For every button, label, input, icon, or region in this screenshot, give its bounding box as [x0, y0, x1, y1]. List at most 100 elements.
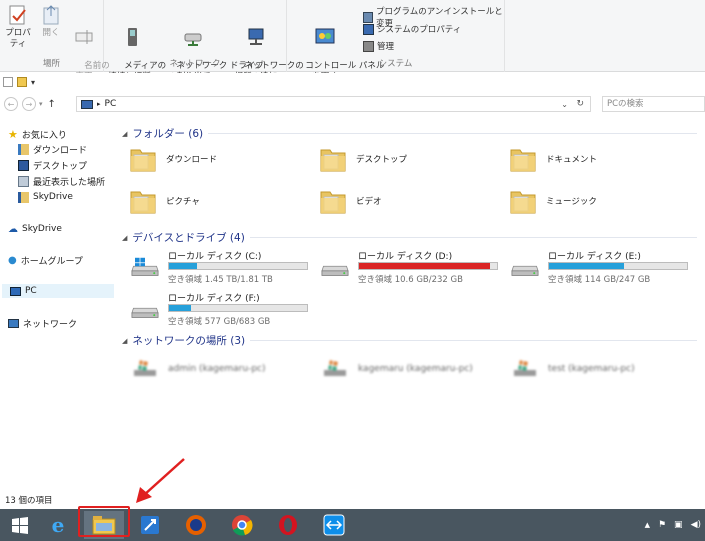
drive-tile[interactable]: ローカル ディスク (F:) 空き領域 577 GB/683 GB	[118, 291, 318, 327]
flag-icon[interactable]: ⚑	[658, 520, 666, 530]
navigation-pane: ★ お気に入り ダウンロード デスクトップ 最近表示した場所 SkyDrive …	[0, 118, 118, 508]
properties-small-icon[interactable]	[3, 77, 13, 87]
homegroup-icon: ●	[8, 254, 17, 266]
drive-free-space: 空き領域 577 GB/683 GB	[168, 317, 271, 327]
windows-logo-icon	[12, 517, 28, 534]
network-location-tile[interactable]: kagemaru (kagemaru-pc)	[322, 358, 473, 380]
group-divider	[249, 237, 697, 238]
rocket-icon	[141, 516, 159, 534]
forward-icon[interactable]: →	[22, 97, 36, 111]
group-divider	[250, 340, 697, 341]
start-button[interactable]	[0, 511, 40, 539]
folder-label: ドキュメント	[546, 155, 598, 165]
pc-small-icon	[81, 99, 93, 109]
annotation-arrow-icon	[136, 458, 185, 503]
drive-free-space: 空き領域 1.45 TB/1.81 TB	[168, 275, 273, 285]
group-header-network[interactable]: ◢ ネットワークの場所 (3)	[122, 333, 697, 348]
refresh-icon[interactable]: ↻	[576, 99, 584, 109]
properties-icon	[9, 5, 26, 25]
network-location-tile[interactable]: test (kagemaru-pc)	[512, 358, 635, 380]
open-button[interactable]: 開く	[38, 4, 64, 39]
nav-item-recent[interactable]: 最近表示した場所	[18, 174, 105, 188]
taskbar-ie[interactable]: e	[38, 511, 78, 539]
nav-item-skydrive[interactable]: ☁ SkyDrive	[8, 222, 62, 236]
ribbon-group-label: 場所	[42, 59, 60, 69]
programs-icon	[363, 11, 374, 23]
group-header-folders[interactable]: ◢ フォルダー (6)	[122, 126, 697, 141]
search-input[interactable]: PCの検索	[602, 96, 705, 112]
network-icon	[8, 318, 19, 328]
system-properties-button[interactable]: システムのプロパティ	[363, 23, 461, 35]
network-location-tile[interactable]: admin (kagemaru-pc)	[132, 358, 266, 380]
folder-tile[interactable]: ミュージック	[508, 186, 597, 216]
address-dropdown-icon[interactable]: ⌄	[561, 100, 568, 109]
customize-dropdown-icon[interactable]: ▾	[31, 78, 35, 87]
taskbar-teamviewer[interactable]	[314, 511, 354, 539]
nav-item-pc[interactable]: PC	[2, 284, 114, 298]
chrome-icon	[232, 515, 253, 536]
new-folder-small-icon[interactable]	[17, 77, 27, 87]
drive-tile[interactable]: ローカル ディスク (C:) 空き領域 1.45 TB/1.81 TB	[118, 249, 318, 285]
videos-folder-icon	[320, 191, 346, 214]
recent-locations-icon[interactable]: ▾	[39, 100, 43, 108]
up-icon[interactable]: ↑	[48, 99, 56, 110]
drive-name: ローカル ディスク (D:)	[358, 252, 453, 262]
pc-icon	[10, 286, 21, 296]
drive-usage-fill	[549, 263, 624, 269]
folder-tile[interactable]: ビデオ	[318, 186, 382, 216]
taskbar-opera[interactable]	[268, 511, 308, 539]
desktop-folder-icon	[320, 149, 346, 172]
group-divider	[208, 133, 697, 134]
nav-item-favorites[interactable]: ★ お気に入り	[8, 127, 67, 141]
network-share-icon	[324, 360, 346, 376]
folder-label: ビデオ	[356, 197, 382, 207]
taskbar-chrome[interactable]	[222, 511, 262, 539]
back-icon[interactable]: ←	[4, 97, 18, 111]
drive-free-space: 空き領域 10.6 GB/232 GB	[358, 275, 463, 285]
drive-usage-fill	[169, 263, 197, 269]
volume-icon[interactable]: ◀)	[691, 520, 701, 530]
hard-drive-icon	[131, 257, 159, 276]
network-location-icon	[248, 28, 264, 45]
taskbar-rocket[interactable]	[130, 511, 170, 539]
ribbon-group-location: プロパティ 開く 名前の 変更 場所	[0, 0, 110, 82]
taskbar-firefox[interactable]	[176, 511, 216, 539]
download-folder-icon	[130, 149, 156, 172]
folder-label: ピクチャ	[166, 197, 200, 207]
control-panel-icon	[315, 28, 335, 44]
drive-usage-bar	[548, 262, 688, 270]
highlight-box	[78, 506, 130, 537]
folder-tile[interactable]: デスクトップ	[318, 144, 407, 174]
music-folder-icon	[510, 191, 536, 214]
system-properties-icon	[363, 23, 374, 35]
drive-usage-fill	[359, 263, 491, 269]
network-status-icon[interactable]: ▣	[674, 520, 683, 530]
nav-item-homegroup[interactable]: ● ホームグループ	[8, 253, 83, 267]
breadcrumb[interactable]: PC	[105, 99, 117, 109]
network-share-icon	[514, 360, 536, 376]
properties-button[interactable]: プロパティ	[2, 4, 34, 50]
nav-item-network[interactable]: ネットワーク	[8, 316, 77, 330]
manage-button[interactable]: 管理	[363, 40, 394, 52]
folder-tile[interactable]: ピクチャ	[128, 186, 200, 216]
skydrive-folder-icon	[18, 191, 29, 203]
nav-item-desktop[interactable]: デスクトップ	[18, 158, 87, 172]
ribbon: プロパティ 開く 名前の 変更 場所 メディアの 接続と切断 ▾ ネットワーク …	[0, 0, 705, 82]
drive-tile[interactable]: ローカル ディスク (D:) 空き領域 10.6 GB/232 GB	[308, 249, 508, 285]
folder-label: ミュージック	[546, 197, 597, 207]
nav-item-skydrive-fav[interactable]: SkyDrive	[18, 190, 73, 204]
nav-item-downloads[interactable]: ダウンロード	[18, 142, 87, 156]
show-hidden-icons[interactable]: ▲	[645, 521, 650, 529]
manage-icon	[363, 40, 374, 52]
drive-usage-bar	[168, 262, 308, 270]
quick-access-toolbar: ▾	[0, 73, 705, 91]
folder-tile[interactable]: ドキュメント	[508, 144, 597, 174]
collapse-icon: ◢	[122, 129, 128, 138]
address-box[interactable]: ▸ PC ⌄ ↻	[76, 96, 591, 112]
folder-tile[interactable]: ダウンロード	[128, 144, 217, 174]
group-header-devices[interactable]: ◢ デバイスとドライブ (4)	[122, 230, 697, 245]
collapse-icon: ◢	[122, 336, 128, 345]
drive-tile[interactable]: ローカル ディスク (E:) 空き領域 114 GB/247 GB	[498, 249, 698, 285]
star-icon: ★	[8, 127, 18, 141]
drive-usage-bar	[358, 262, 498, 270]
